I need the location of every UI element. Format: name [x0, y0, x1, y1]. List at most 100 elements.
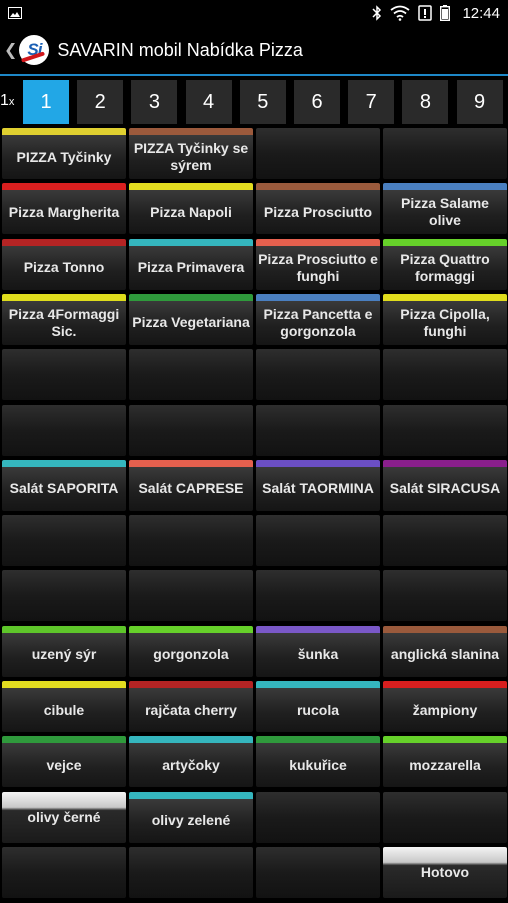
- empty-slot[interactable]: [383, 570, 507, 622]
- menu-item-label: Pizza Prosciutto: [263, 203, 373, 220]
- menu-item-label: Pizza Napoli: [150, 203, 232, 220]
- menu-item-button[interactable]: Salát SAPORITA: [2, 459, 126, 511]
- empty-slot[interactable]: [2, 846, 126, 898]
- menu-item-button[interactable]: Pizza Quattro formaggi: [383, 238, 507, 290]
- action-bar-divider: [0, 74, 508, 76]
- empty-slot[interactable]: [129, 846, 253, 898]
- empty-slot[interactable]: [383, 515, 507, 567]
- menu-item-button[interactable]: Salát SIRACUSA: [383, 459, 507, 511]
- menu-item-button[interactable]: Salát CAPRESE: [129, 459, 253, 511]
- menu-item-label: rajčata cherry: [145, 701, 237, 718]
- status-bar: 12:44: [0, 0, 508, 26]
- menu-item-button[interactable]: Pizza Tonno: [2, 238, 126, 290]
- menu-item-button[interactable]: šunka: [256, 625, 380, 677]
- empty-slot[interactable]: [2, 570, 126, 622]
- menu-item-button[interactable]: Pizza Napoli: [129, 183, 253, 235]
- empty-slot[interactable]: [129, 570, 253, 622]
- menu-item-button[interactable]: Pizza 4Formaggi Sic.: [2, 293, 126, 345]
- empty-slot[interactable]: [383, 404, 507, 456]
- alert-icon: [418, 5, 433, 21]
- menu-item-button[interactable]: Pizza Margherita: [2, 183, 126, 235]
- menu-item-button[interactable]: Pizza Pancetta e gorgonzola: [256, 293, 380, 345]
- menu-item-label: rucola: [296, 701, 339, 718]
- menu-item-label: Pizza Salame olive: [401, 195, 489, 229]
- page-tab-4[interactable]: 4: [185, 80, 232, 124]
- app-logo[interactable]: Si: [19, 35, 50, 65]
- menu-item-label: Salát SIRACUSA: [389, 480, 501, 497]
- menu-item-button[interactable]: PIZZA Tyčinky: [2, 128, 126, 179]
- menu-item-button[interactable]: rucola: [256, 681, 380, 732]
- menu-item-button[interactable]: olivy černé: [2, 791, 126, 843]
- menu-item-button[interactable]: vejce: [2, 736, 126, 788]
- empty-slot[interactable]: [2, 515, 126, 567]
- empty-slot[interactable]: [2, 349, 126, 401]
- menu-item-button[interactable]: uzený sýr: [2, 625, 126, 677]
- empty-slot[interactable]: [256, 349, 380, 401]
- image-notification-icon: [8, 7, 22, 19]
- page-tab-8[interactable]: 8: [402, 80, 449, 124]
- menu-item-label: Pizza Prosciutto e funghi: [258, 250, 378, 284]
- empty-slot[interactable]: [383, 349, 507, 401]
- menu-item-label: PIZZA Tyčinky: [16, 148, 112, 165]
- empty-slot[interactable]: [256, 128, 380, 179]
- menu-item-button[interactable]: cibule: [2, 681, 126, 732]
- menu-item-button[interactable]: Pizza Vegetariana: [129, 293, 253, 345]
- menu-item-label: Hotovo: [420, 863, 470, 880]
- menu-item-button[interactable]: Pizza Cipolla, funghi: [383, 293, 507, 345]
- menu-item-button[interactable]: anglická slanina: [383, 625, 507, 677]
- menu-item-button[interactable]: Pizza Prosciutto e funghi: [256, 238, 380, 290]
- menu-item-label: Pizza Vegetariana: [132, 314, 250, 331]
- page-tab-7[interactable]: 7: [348, 80, 395, 124]
- menu-item-label: Salát SAPORITA: [9, 480, 119, 497]
- empty-slot[interactable]: [2, 404, 126, 456]
- wifi-icon: [390, 5, 411, 21]
- menu-item-label: Pizza Pancetta e gorgonzola: [263, 305, 373, 339]
- menu-item-button[interactable]: artyčoky: [129, 736, 253, 788]
- menu-item-label: kukuřice: [289, 756, 347, 773]
- empty-slot[interactable]: [129, 515, 253, 567]
- menu-item-label: olivy černé: [27, 808, 101, 825]
- menu-item-button[interactable]: Pizza Salame olive: [383, 183, 507, 235]
- menu-item-button[interactable]: PIZZA Tyčinky se sýrem: [129, 128, 253, 179]
- menu-item-button[interactable]: rajčata cherry: [129, 681, 253, 732]
- menu-item-label: žampiony: [412, 701, 478, 718]
- menu-item-button[interactable]: Pizza Prosciutto: [256, 183, 380, 235]
- menu-item-button[interactable]: olivy zelené: [129, 791, 253, 843]
- menu-item-button[interactable]: Salát TAORMINA: [256, 459, 380, 511]
- empty-slot[interactable]: [129, 404, 253, 456]
- empty-slot[interactable]: [256, 791, 380, 843]
- page-tab-9[interactable]: 9: [456, 80, 503, 124]
- bluetooth-icon: [372, 5, 382, 21]
- page-title: SAVARIN mobil Nabídka Pizza: [57, 39, 303, 60]
- menu-item-button[interactable]: mozzarella: [383, 736, 507, 788]
- menu-item-label: Pizza Primavera: [137, 259, 245, 276]
- menu-item-label: Salát TAORMINA: [262, 480, 374, 497]
- menu-item-label: olivy zelené: [151, 812, 231, 829]
- menu-item-button[interactable]: kukuřice: [256, 736, 380, 788]
- menu-item-button[interactable]: Hotovo: [383, 846, 507, 898]
- menu-item-label: anglická slanina: [390, 646, 500, 663]
- battery-icon: [440, 5, 451, 21]
- menu-item-button[interactable]: gorgonzola: [129, 625, 253, 677]
- menu-item-label: Pizza Margherita: [8, 203, 120, 220]
- menu-item-button[interactable]: Pizza Primavera: [129, 238, 253, 290]
- empty-slot[interactable]: [129, 349, 253, 401]
- page-tab-6[interactable]: 6: [294, 80, 340, 124]
- empty-slot[interactable]: [256, 404, 380, 456]
- empty-slot[interactable]: [256, 846, 380, 898]
- menu-item-label: Pizza 4Formaggi Sic.: [8, 305, 120, 339]
- page-tab-2[interactable]: 2: [77, 80, 124, 124]
- page-tab-3[interactable]: 3: [131, 80, 178, 124]
- page-tab-1[interactable]: 1: [23, 80, 69, 124]
- menu-item-label: uzený sýr: [31, 646, 97, 663]
- empty-slot[interactable]: [256, 570, 380, 622]
- empty-slot[interactable]: [383, 128, 507, 179]
- back-chevron-icon[interactable]: ❮: [4, 40, 17, 60]
- menu-item-button[interactable]: žampiony: [383, 681, 507, 732]
- empty-slot[interactable]: [256, 515, 380, 567]
- page-tab-5[interactable]: 5: [239, 80, 286, 124]
- quantity-indicator[interactable]: 1x: [0, 92, 22, 110]
- empty-slot[interactable]: [383, 791, 507, 843]
- menu-item-label: vejce: [46, 756, 82, 773]
- menu-item-label: cibule: [43, 701, 85, 718]
